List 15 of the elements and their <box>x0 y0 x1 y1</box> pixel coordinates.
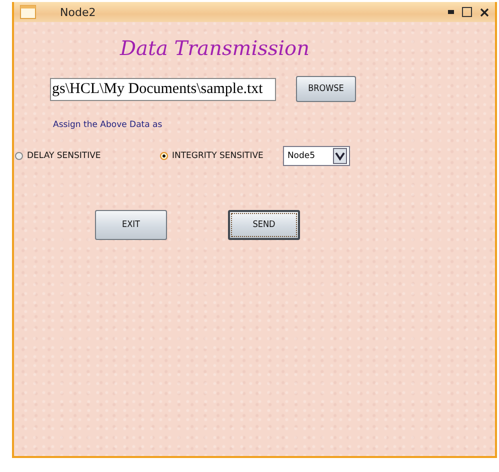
radio-button[interactable] <box>15 152 23 160</box>
maximize-icon[interactable] <box>462 7 472 17</box>
radio-button[interactable] <box>160 152 168 160</box>
window-title: Node2 <box>60 6 96 18</box>
action-button[interactable]: SEND <box>228 210 300 240</box>
close-icon[interactable] <box>480 8 489 16</box>
window-icon <box>20 5 36 19</box>
action-button[interactable]: EXIT <box>95 210 167 240</box>
radio-label[interactable]: INTEGRITY SENSITIVE <box>172 151 264 161</box>
radio-label[interactable]: DELAY SENSITIVE <box>27 151 101 161</box>
form-heading: Data Transmission <box>120 36 310 60</box>
node-dropdown[interactable]: Node5 <box>283 146 350 166</box>
file-path-field[interactable]: gs\HCL\My Documents\sample.txt <box>50 78 276 100</box>
browse-button[interactable]: BROWSE <box>296 76 356 102</box>
assign-label: Assign the Above Data as <box>53 120 164 130</box>
